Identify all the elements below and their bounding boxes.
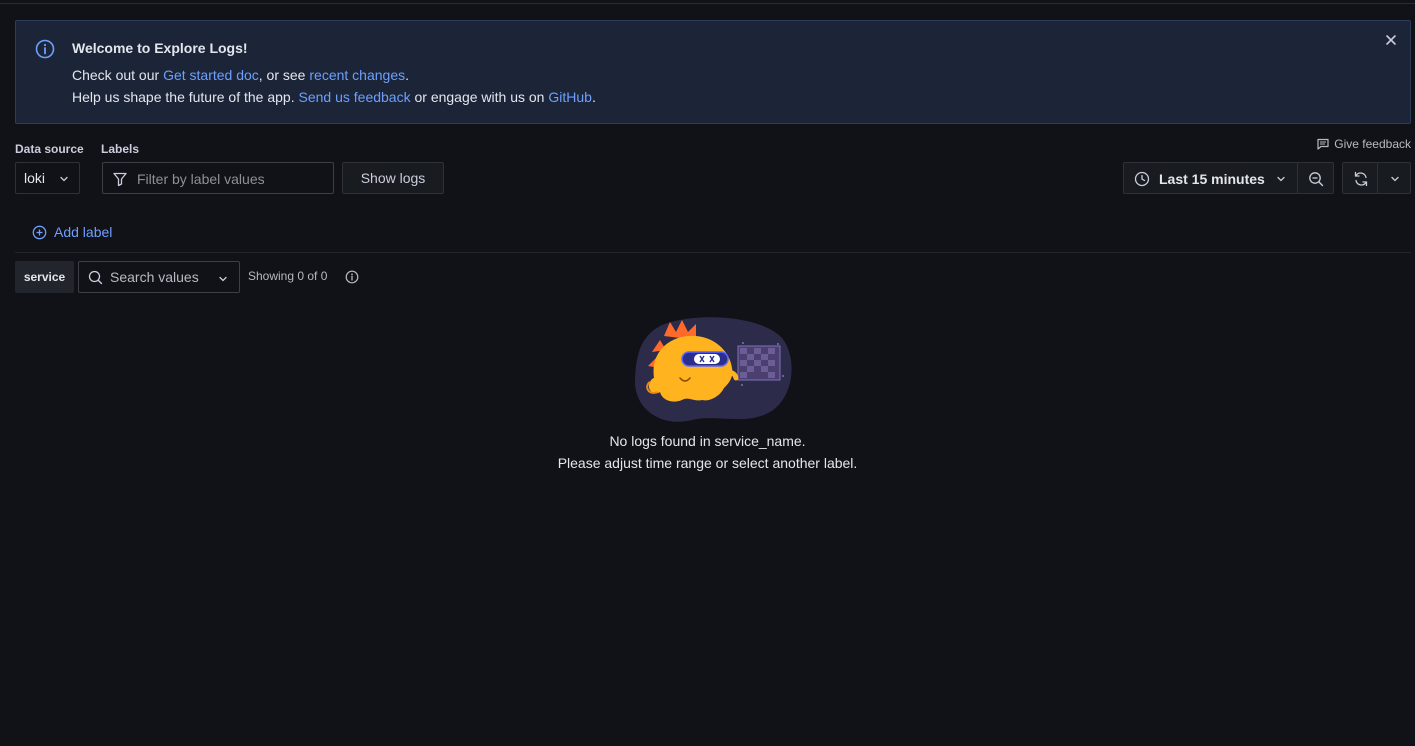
refresh-interval-dropdown[interactable] <box>1377 162 1411 194</box>
chevron-down-icon <box>219 276 227 282</box>
datasource-label: Data source <box>15 142 84 156</box>
clock-icon <box>1134 171 1150 187</box>
plus-circle-icon <box>32 225 47 239</box>
close-icon[interactable] <box>1384 33 1398 47</box>
recent-changes-link[interactable]: recent changes <box>309 67 405 83</box>
chevron-down-icon <box>60 176 68 182</box>
tab-service[interactable]: service <box>15 261 74 293</box>
showing-count: Showing 0 of 0 <box>248 269 328 283</box>
labels-label: Labels <box>101 142 140 156</box>
zoom-out-button[interactable] <box>1297 162 1334 194</box>
search-icon <box>88 270 103 285</box>
filter-icon <box>113 172 127 187</box>
search-values-select[interactable]: Search values <box>78 261 240 293</box>
top-divider <box>0 3 1415 4</box>
get-started-doc-link[interactable]: Get started doc <box>163 67 259 83</box>
info-circle-icon <box>35 39 55 59</box>
empty-state-illustration <box>634 317 792 422</box>
banner-title: Welcome to Explore Logs! <box>72 40 248 56</box>
sync-icon <box>1354 171 1368 187</box>
label-filter-input[interactable] <box>137 169 327 189</box>
give-feedback-link[interactable]: Give feedback <box>1316 137 1411 151</box>
chevron-down-icon <box>1277 176 1285 182</box>
add-label-button[interactable]: Add label <box>32 224 112 240</box>
banner-line-1: Check out our Get started doc, or see re… <box>72 67 409 83</box>
datasource-select[interactable]: loki <box>15 162 80 194</box>
info-circle-icon[interactable] <box>345 270 359 284</box>
welcome-banner: Welcome to Explore Logs! Check out our G… <box>15 20 1411 124</box>
banner-line-2: Help us shape the future of the app. Sen… <box>72 89 596 105</box>
empty-state-line-1: No logs found in service_name. <box>609 433 806 449</box>
empty-state-message: No logs found in service_name. Please ad… <box>0 430 1415 474</box>
empty-state-line-2: Please adjust time range or select anoth… <box>557 455 858 471</box>
send-feedback-link[interactable]: Send us feedback <box>299 89 411 105</box>
show-logs-button[interactable]: Show logs <box>342 162 444 194</box>
time-range-picker[interactable]: Last 15 minutes <box>1123 162 1298 194</box>
refresh-button[interactable] <box>1342 162 1378 194</box>
section-divider <box>15 252 1411 253</box>
comment-icon <box>1317 138 1329 150</box>
chevron-down-icon <box>1391 176 1399 182</box>
label-filter-field[interactable] <box>102 162 334 194</box>
zoom-out-icon <box>1309 172 1324 187</box>
search-values-placeholder: Search values <box>110 269 199 285</box>
github-link[interactable]: GitHub <box>548 89 592 105</box>
